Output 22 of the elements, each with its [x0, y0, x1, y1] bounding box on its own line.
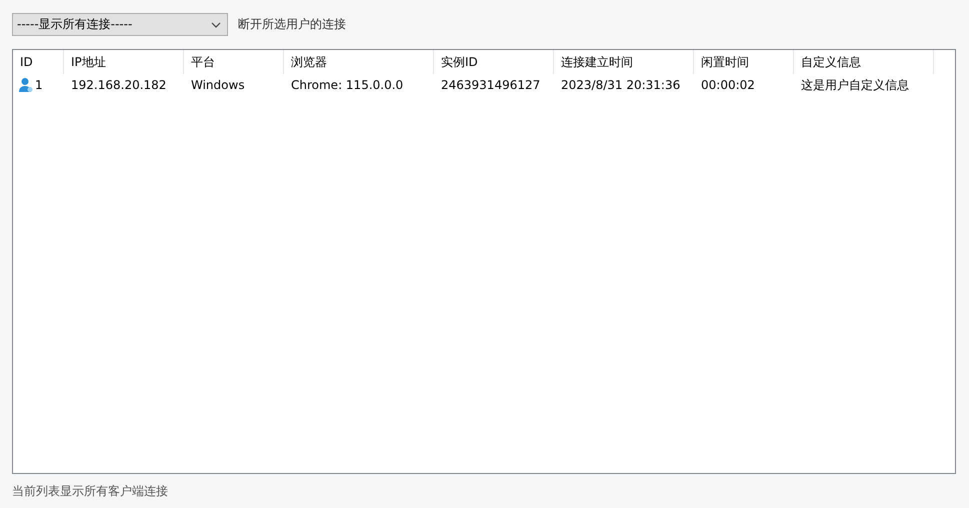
column-header[interactable]: 闲置时间 [694, 50, 794, 74]
table-cell: Windows [191, 78, 245, 92]
column-header[interactable]: 浏览器 [284, 50, 434, 74]
column-header[interactable]: IP地址 [64, 50, 184, 74]
table-cell: 2023/8/31 20:31:36 [561, 78, 680, 92]
column-header[interactable]: 平台 [184, 50, 284, 74]
column-header[interactable]: 自定义信息 [794, 50, 934, 74]
disconnect-link[interactable]: 断开所选用户的连接 [238, 16, 346, 33]
column-header[interactable]: 实例ID [434, 50, 554, 74]
filter-dropdown[interactable]: -----显示所有连接----- [12, 13, 228, 36]
status-text: 当前列表显示所有客户端连接 [12, 483, 169, 500]
column-header[interactable]: 连接建立时间 [554, 50, 694, 74]
table-cell: Chrome: 115.0.0.0 [291, 78, 404, 92]
user-icon [18, 77, 34, 93]
table-cell: 这是用户自定义信息 [801, 76, 909, 94]
table-cell: 192.168.20.182 [71, 78, 166, 92]
table-row[interactable]: 1 192.168.20.182 Windows Chrome: 115.0.0.0 2463931496127 2023/8/31 20:31:36 00:00:02 这是用户自定义信息 [13, 74, 955, 96]
table-cell: 00:00:02 [701, 78, 755, 92]
chevron-down-icon [211, 22, 221, 28]
table-cell: 2463931496127 [441, 78, 540, 92]
column-header[interactable]: ID [13, 50, 64, 74]
table-cell: 1 [35, 78, 43, 92]
